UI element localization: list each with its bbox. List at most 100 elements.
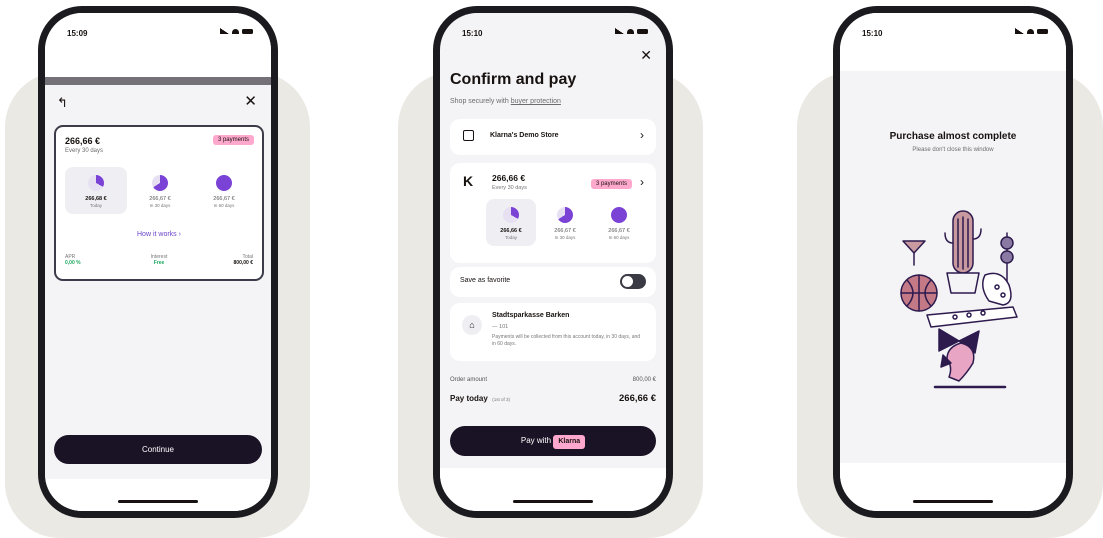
- battery-icon: [242, 28, 253, 34]
- phone-screen: 15:10 ✕ Confirm and pay Shop securely wi…: [440, 13, 666, 511]
- installment-amount: 266,67 €: [213, 196, 235, 202]
- installment-row: 266,68 € Today 266,67 € In 30 days 266,6…: [65, 167, 255, 214]
- phone-screen: 15:09 ↰ ✕ 266,66 € Every 30 days 3 payme…: [45, 13, 271, 511]
- battery-icon: [1037, 28, 1048, 34]
- status-bar: 15:10: [840, 13, 1066, 51]
- status-time: 15:10: [462, 29, 483, 38]
- installment-today[interactable]: 266,68 € Today: [65, 167, 127, 214]
- installment-date: In 60 days: [608, 235, 630, 240]
- processing-title: Purchase almost complete: [889, 131, 1017, 142]
- store-icon: [463, 130, 474, 141]
- favorite-label: Save as favorite: [460, 277, 511, 284]
- payments-badge: 3 payments: [590, 179, 632, 189]
- phone-purchase-processing: 15:10 Purchase almost complete Please do…: [833, 6, 1073, 518]
- bank-card[interactable]: ⌂ Stadtsparkasse Barken — 101 Payments w…: [450, 303, 656, 361]
- order-label: Order amount: [450, 377, 488, 383]
- order-value: 800,00 €: [632, 377, 656, 383]
- installment-date: Today: [504, 235, 517, 240]
- order-amount-row: Order amount 800,00 €: [450, 377, 656, 383]
- toggle-knob: [622, 276, 633, 287]
- klarna-badge: Klarna: [553, 435, 586, 449]
- pie-one-third-icon: [503, 207, 519, 223]
- wifi-icon: [627, 28, 634, 34]
- chevron-right-icon: ›: [640, 128, 644, 142]
- balancing-objects-illustration: [900, 210, 1018, 389]
- plan-amount: 266,66 €: [65, 136, 101, 146]
- status-bar: 15:09: [45, 13, 271, 51]
- installment-30-days[interactable]: 266,67 € In 30 days: [540, 199, 590, 246]
- wifi-icon: [232, 28, 239, 34]
- pay-with-klarna-button[interactable]: Pay with Klarna: [450, 426, 656, 456]
- installment-amount: 266,67 €: [149, 196, 171, 202]
- close-icon[interactable]: ✕: [244, 92, 257, 110]
- installment-amount: 266,67 €: [608, 228, 630, 234]
- plan-frequency: Every 30 days: [492, 185, 527, 191]
- sheet-footer: [840, 463, 1066, 511]
- order-summary: Order amount 800,00 € Pay today (1st of …: [450, 377, 656, 406]
- installment-today[interactable]: 266,66 € Today: [486, 199, 536, 246]
- chevron-right-icon: ›: [178, 231, 181, 238]
- pay-button-label: Pay with: [520, 436, 552, 445]
- installment-date: In 30 days: [149, 203, 171, 208]
- how-it-works-link[interactable]: How it works ›: [56, 231, 262, 238]
- installment-amount: 266,66 €: [500, 228, 522, 234]
- wifi-icon: [1027, 28, 1034, 34]
- store-name: Klarna's Demo Store: [490, 132, 559, 139]
- installment-30-days[interactable]: 266,67 € In 30 days: [129, 167, 191, 214]
- bank-name: Stadtsparkasse Barken: [492, 312, 570, 319]
- interest-value: Free: [153, 260, 165, 266]
- bottom-sheet: ↰ ✕ 266,66 € Every 30 days 3 payments 26…: [45, 85, 271, 511]
- home-indicator: [913, 500, 993, 503]
- bank-note: Payments will be collected from this acc…: [492, 334, 641, 347]
- continue-button[interactable]: Continue: [54, 435, 262, 464]
- plan-frequency: Every 30 days: [65, 148, 104, 154]
- back-arrow-icon[interactable]: ↰: [57, 95, 68, 111]
- close-icon[interactable]: ✕: [640, 47, 652, 64]
- status-icons: [220, 28, 253, 34]
- how-it-works-label: How it works: [137, 231, 177, 238]
- interest-block: Interest Free: [56, 254, 262, 266]
- home-indicator: [118, 500, 198, 503]
- home-indicator: [513, 500, 593, 503]
- status-bar: 15:10: [440, 13, 666, 51]
- pay-today-row: Pay today (1st of 3) 266,66 €: [450, 388, 656, 406]
- favorite-row: Save as favorite: [450, 267, 656, 297]
- total-block: Total 800,00 €: [234, 254, 253, 266]
- klarna-logo-icon: K: [463, 173, 474, 189]
- installment-amount: 266,68 €: [85, 196, 107, 202]
- bank-account: — 101: [492, 324, 509, 330]
- installment-date: In 30 days: [554, 235, 576, 240]
- status-icons: [615, 28, 648, 34]
- signal-icon: [1015, 28, 1024, 34]
- pie-full-icon: [216, 175, 232, 191]
- bank-icon: ⌂: [462, 315, 482, 335]
- page-title: Confirm and pay: [450, 71, 577, 88]
- pay-today-label: Pay today: [450, 394, 488, 403]
- installment-date: Today: [89, 203, 102, 208]
- pie-two-thirds-icon: [557, 207, 573, 223]
- sheet-footer: [45, 479, 271, 511]
- sheet-footer: [440, 468, 666, 511]
- page-subtitle: Shop securely with buyer protection: [450, 98, 561, 105]
- installment-60-days[interactable]: 266,67 € In 60 days: [193, 167, 255, 214]
- installment-date: In 60 days: [213, 203, 235, 208]
- favorite-toggle[interactable]: [620, 274, 646, 289]
- store-row[interactable]: Klarna's Demo Store ›: [450, 119, 656, 155]
- payment-plan-card[interactable]: K 266,66 € Every 30 days 3 payments › 26…: [450, 163, 656, 263]
- processing-subtitle: Please don't close this window: [912, 147, 994, 153]
- phone-screen: 15:10 Purchase almost complete Please do…: [840, 13, 1066, 511]
- pay-today-note: (1st of 3): [492, 397, 511, 402]
- phone-confirm-and-pay: 15:10 ✕ Confirm and pay Shop securely wi…: [433, 6, 673, 518]
- installment-60-days[interactable]: 266,67 € In 60 days: [594, 199, 644, 246]
- plan-amount: 266,66 €: [492, 173, 526, 183]
- payment-plan-card: 266,66 € Every 30 days 3 payments 266,68…: [54, 125, 264, 281]
- pie-one-third-icon: [88, 175, 104, 191]
- pie-full-icon: [611, 207, 627, 223]
- buyer-protection-link[interactable]: buyer protection: [511, 98, 561, 105]
- pie-two-thirds-icon: [152, 175, 168, 191]
- total-value: 800,00 €: [233, 260, 253, 266]
- status-icons: [1015, 28, 1048, 34]
- continue-label: Continue: [141, 445, 175, 454]
- status-time: 15:10: [862, 29, 883, 38]
- subtitle-text: Shop securely with: [450, 98, 509, 105]
